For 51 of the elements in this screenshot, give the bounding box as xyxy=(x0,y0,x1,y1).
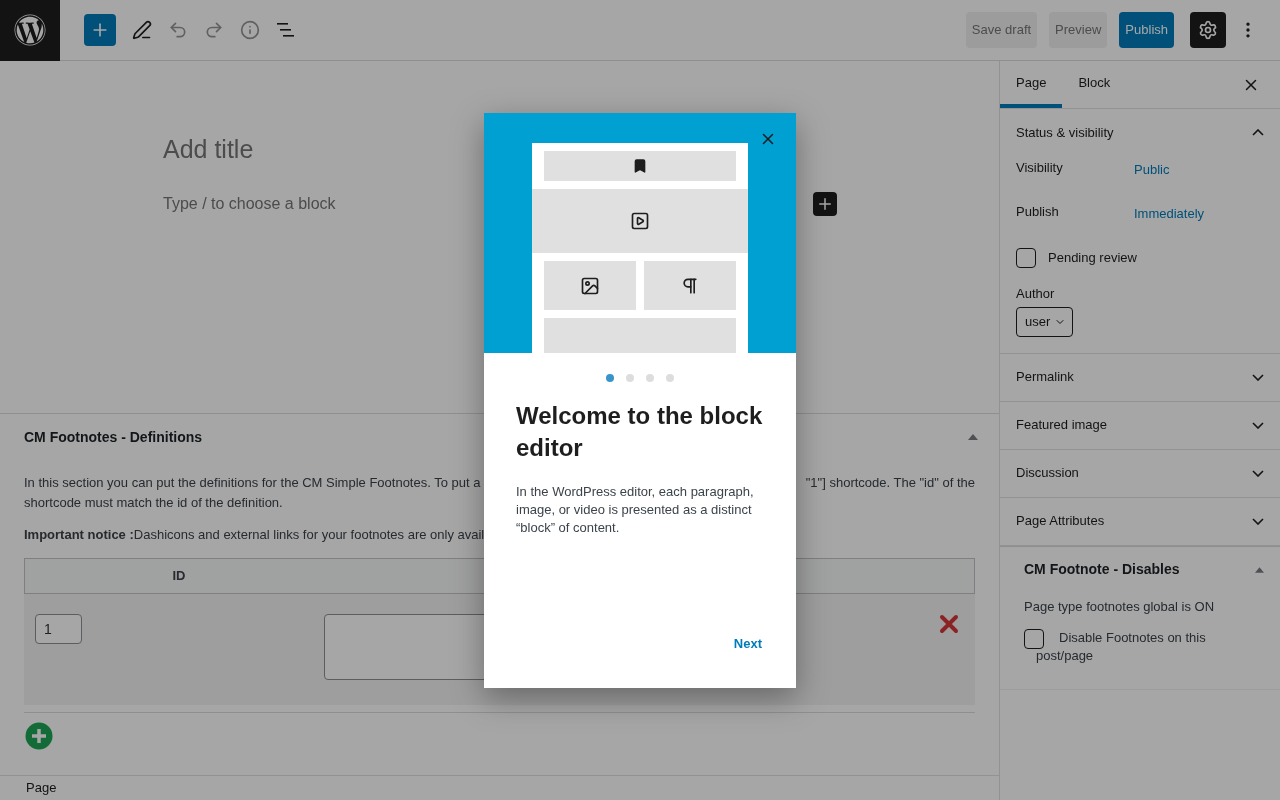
collapse-triangle-icon[interactable] xyxy=(968,434,978,440)
intro-paragraph: In this section you can put the definitions for the CM Simple Footnotes. To put a shortcode must match the id of the definition. xyxy=(24,474,481,512)
checkbox[interactable] xyxy=(1016,248,1036,268)
panel-title: CM Footnote - Disables xyxy=(1024,560,1180,579)
field-label: Author xyxy=(1016,285,1055,303)
gear-icon xyxy=(1198,20,1218,40)
sidebar-tab[interactable]: Page xyxy=(1000,61,1063,108)
dialog-title: Welcome to the block editor xyxy=(516,401,764,463)
field-label: Visibility xyxy=(1016,159,1064,177)
collapse-triangle-icon[interactable] xyxy=(1255,566,1264,573)
bookmark-icon xyxy=(632,157,648,174)
next-button[interactable]: Next xyxy=(725,628,770,660)
panel-header[interactable]: Discussion xyxy=(1000,449,1280,497)
checkbox-label: Pending review xyxy=(1048,249,1137,268)
footnote-status-text: Page type footnotes global is ON xyxy=(1024,597,1215,616)
field-label: Publish xyxy=(1016,203,1060,221)
info-icon[interactable] xyxy=(240,20,260,40)
checkbox-label: Disable Footnotes on this post/page xyxy=(1036,629,1207,665)
block-inserter-button[interactable] xyxy=(813,192,837,216)
field-value-link[interactable]: Public xyxy=(1134,160,1170,180)
video-icon xyxy=(630,210,650,231)
publish-button[interactable]: Publish xyxy=(1119,12,1174,48)
panel-header[interactable]: Featured image xyxy=(1000,401,1280,449)
undo-icon[interactable] xyxy=(168,20,188,40)
redo-icon[interactable] xyxy=(204,20,224,40)
title-field[interactable]: Add title xyxy=(163,134,254,164)
panel-header[interactable]: Permalink xyxy=(1000,353,1280,401)
important-notice: Important notice :Dashicons and external links for your footnotes are only avail xyxy=(24,526,485,544)
list-view-icon xyxy=(276,22,296,38)
wordpress-logo-button[interactable] xyxy=(0,0,60,61)
intro-paragraph-tail: "1"] shortcode. The "id" of the xyxy=(805,474,975,492)
image-icon xyxy=(580,275,600,296)
dialog-body: In the WordPress editor, each paragraph, image, or video is presented as a distinct “block” of content. xyxy=(516,483,755,537)
wordpress-logo-icon xyxy=(14,14,46,46)
add-definition-icon[interactable] xyxy=(25,722,53,750)
plus-icon xyxy=(816,195,834,213)
panel-header[interactable]: Page Attributes xyxy=(1000,497,1280,545)
metabox-title: CM Footnotes - Definitions xyxy=(24,427,203,447)
breadcrumb-link[interactable]: Page xyxy=(26,778,57,798)
sidebar-tab[interactable]: Block xyxy=(1062,61,1127,108)
checkbox[interactable] xyxy=(1024,629,1044,649)
id-field[interactable]: 1 xyxy=(35,614,82,644)
field-value-link[interactable]: Immediately xyxy=(1134,204,1205,224)
column-header: ID xyxy=(172,567,186,586)
panel-header[interactable]: Status & visibility xyxy=(1000,109,1280,156)
pencil-icon[interactable] xyxy=(132,20,152,40)
author-select[interactable]: user xyxy=(1016,306,1074,337)
delete-icon[interactable] xyxy=(939,614,959,634)
add-block-button[interactable] xyxy=(84,14,116,46)
settings-button[interactable] xyxy=(1190,12,1226,48)
block-placeholder[interactable]: Type / to choose a block xyxy=(163,192,336,216)
